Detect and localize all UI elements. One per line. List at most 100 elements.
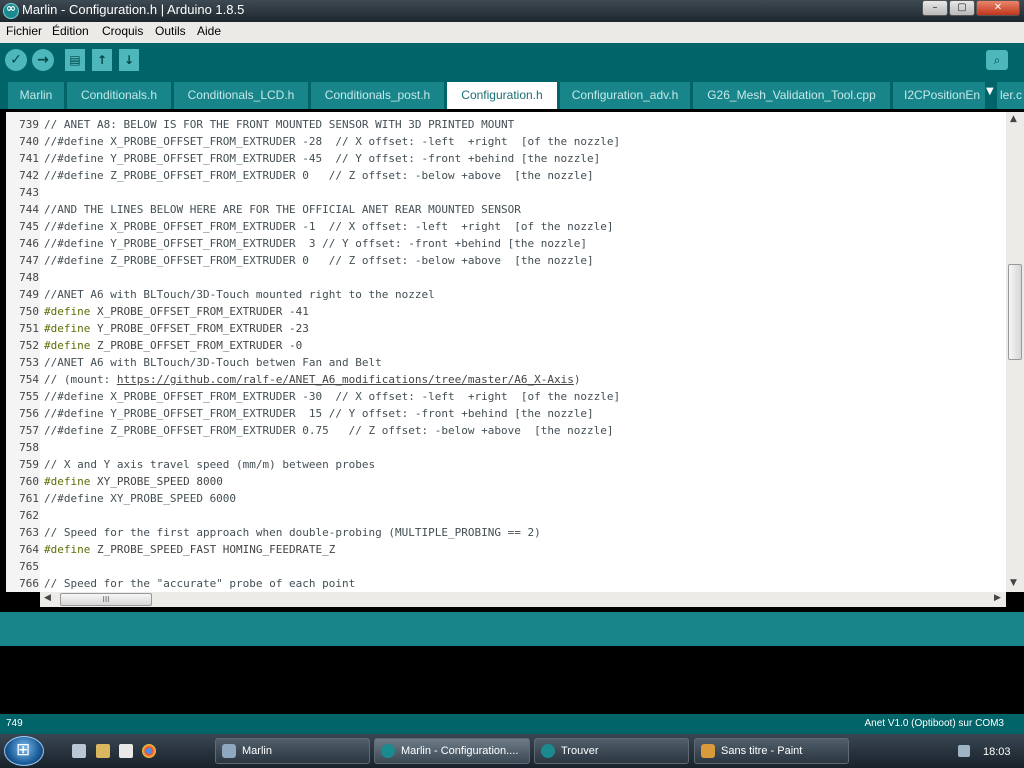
horizontal-scroll-thumb[interactable]: III: [60, 593, 152, 606]
line-number: 760: [19, 475, 39, 488]
line-number: 756: [19, 407, 39, 420]
new-sketch-button[interactable]: ▤: [65, 49, 85, 71]
tab-conditionals-post-h[interactable]: Conditionals_post.h: [311, 82, 444, 109]
scroll-up-icon[interactable]: ▲: [1010, 114, 1017, 124]
clock[interactable]: 18:03: [983, 746, 1011, 758]
scroll-left-icon[interactable]: ◀: [44, 593, 51, 603]
line-number: 759: [19, 458, 39, 471]
code-line[interactable]: 761 //#define XY_PROBE_SPEED 6000: [6, 490, 1006, 507]
code-line[interactable]: 750 #define X_PROBE_OFFSET_FROM_EXTRUDER …: [6, 303, 1006, 320]
tab-menu-arrow-icon[interactable]: ▼: [986, 86, 994, 97]
menu-aide[interactable]: Aide: [197, 24, 221, 38]
save-sketch-button[interactable]: ↓: [119, 49, 139, 71]
footer-bar: 749 Anet V1.0 (Optiboot) sur COM3: [0, 714, 1024, 734]
arduino-icon: [381, 744, 395, 758]
console-output[interactable]: [0, 646, 1024, 714]
horizontal-scrollbar[interactable]: ◀ III ▶: [40, 592, 1006, 607]
line-number: 745: [19, 220, 39, 233]
tab-configuration-adv-h[interactable]: Configuration_adv.h: [560, 82, 690, 109]
code-text: //#define Z_PROBE_OFFSET_FROM_EXTRUDER 0…: [44, 424, 614, 437]
code-line[interactable]: 760 #define XY_PROBE_SPEED 8000: [6, 473, 1006, 490]
code-line[interactable]: 749 //ANET A6 with BLTouch/3D-Touch mount…: [6, 286, 1006, 303]
code-line[interactable]: 765: [6, 558, 1006, 575]
open-sketch-button[interactable]: ↑: [92, 49, 112, 71]
serial-monitor-icon[interactable]: ⌕: [986, 50, 1008, 70]
code-line[interactable]: 753 //ANET A6 with BLTouch/3D-Touch betwe…: [6, 354, 1006, 371]
taskbar-item-arduino-marlin[interactable]: Marlin - Configuration....: [374, 738, 530, 764]
keyword-token: #define: [44, 543, 91, 556]
menu-fichier[interactable]: Fichier: [6, 24, 42, 38]
tab-i2cpositionencoder[interactable]: I2CPositionEn: [893, 82, 985, 109]
tab-conditionals-lcd-h[interactable]: Conditionals_LCD.h: [174, 82, 308, 109]
line-number: 755: [19, 390, 39, 403]
scroll-down-icon[interactable]: ▼: [1010, 578, 1017, 588]
code-line[interactable]: 766 // Speed for the "accurate" probe of …: [6, 575, 1006, 592]
maximize-button[interactable]: ▢: [949, 0, 975, 16]
code-text: X_PROBE_OFFSET_FROM_EXTRUDER -41: [90, 305, 309, 318]
line-number: 751: [19, 322, 39, 335]
code-line[interactable]: 742 //#define Z_PROBE_OFFSET_FROM_EXTRUDE…: [6, 167, 1006, 184]
code-line[interactable]: 739 // ANET A8: BELOW IS FOR THE FRONT MO…: [6, 116, 1006, 133]
taskbar-item-trouver[interactable]: Trouver: [534, 738, 689, 764]
vertical-scrollbar[interactable]: ▲ ▼: [1006, 112, 1024, 592]
close-button[interactable]: ✕: [976, 0, 1020, 16]
code-line[interactable]: 744 //AND THE LINES BELOW HERE ARE FOR TH…: [6, 201, 1006, 218]
line-number: 742: [19, 169, 39, 182]
menu-croquis[interactable]: Croquis: [102, 24, 143, 38]
explorer-icon[interactable]: [96, 744, 110, 758]
code-line[interactable]: 748: [6, 269, 1006, 286]
code-line[interactable]: 752 #define Z_PROBE_OFFSET_FROM_EXTRUDER …: [6, 337, 1006, 354]
line-number: 762: [19, 509, 39, 522]
code-line[interactable]: 746 //#define Y_PROBE_OFFSET_FROM_EXTRUDE…: [6, 235, 1006, 252]
code-text: // Speed for the first approach when dou…: [44, 526, 541, 539]
line-number: 741: [19, 152, 39, 165]
code-line[interactable]: 740 //#define X_PROBE_OFFSET_FROM_EXTRUDE…: [6, 133, 1006, 150]
line-number: 765: [19, 560, 39, 573]
tab-g26-mesh-validation-tool[interactable]: G26_Mesh_Validation_Tool.cpp: [693, 82, 890, 109]
code-line[interactable]: 757 //#define Z_PROBE_OFFSET_FROM_EXTRUDE…: [6, 422, 1006, 439]
code-text: // (mount:: [44, 373, 117, 386]
scroll-right-icon[interactable]: ▶: [994, 593, 1001, 603]
taskbar-item-paint[interactable]: Sans titre - Paint: [694, 738, 849, 764]
line-number: 746: [19, 237, 39, 250]
code-text: //#define Y_PROBE_OFFSET_FROM_EXTRUDER 3…: [44, 237, 588, 250]
network-icon[interactable]: [958, 745, 970, 757]
start-button[interactable]: [4, 736, 44, 766]
code-line[interactable]: 743: [6, 184, 1006, 201]
code-text: XY_PROBE_SPEED 8000: [90, 475, 223, 488]
chrome-icon[interactable]: [142, 744, 156, 758]
line-number: 761: [19, 492, 39, 505]
code-line[interactable]: 759 // X and Y axis travel speed (mm/m) b…: [6, 456, 1006, 473]
code-line[interactable]: 763 // Speed for the first approach when …: [6, 524, 1006, 541]
line-number: 749: [19, 288, 39, 301]
code-line[interactable]: 741 //#define Y_PROBE_OFFSET_FROM_EXTRUDE…: [6, 150, 1006, 167]
code-line[interactable]: 745 //#define X_PROBE_OFFSET_FROM_EXTRUDE…: [6, 218, 1006, 235]
vertical-scroll-thumb[interactable]: [1008, 264, 1022, 360]
keyword-token: #define: [44, 475, 91, 488]
tab-marlin[interactable]: Marlin: [8, 82, 64, 109]
code-line[interactable]: 762: [6, 507, 1006, 524]
tab-overflow[interactable]: ler.c: [997, 82, 1024, 109]
minimize-button[interactable]: –: [922, 0, 948, 16]
menu-outils[interactable]: Outils: [155, 24, 186, 38]
code-line[interactable]: 758: [6, 439, 1006, 456]
code-line[interactable]: 754 // (mount: https://github.com/ralf-e/…: [6, 371, 1006, 388]
verify-button[interactable]: ✓: [5, 49, 27, 71]
show-desktop-icon[interactable]: [72, 744, 86, 758]
code-text: //#define X_PROBE_OFFSET_FROM_EXTRUDER -…: [44, 220, 614, 233]
tab-conditionals-h[interactable]: Conditionals.h: [67, 82, 171, 109]
app-icon[interactable]: [119, 744, 133, 758]
code-line[interactable]: 764 #define Z_PROBE_SPEED_FAST HOMING_FEE…: [6, 541, 1006, 558]
code-line[interactable]: 755 //#define X_PROBE_OFFSET_FROM_EXTRUDE…: [6, 388, 1006, 405]
upload-button[interactable]: →: [32, 49, 54, 71]
code-line[interactable]: 751 #define Y_PROBE_OFFSET_FROM_EXTRUDER …: [6, 320, 1006, 337]
code-link[interactable]: https://github.com/ralf-e/ANET_A6_modifi…: [117, 373, 574, 386]
arduino-icon: [541, 744, 555, 758]
code-line[interactable]: 756 //#define Y_PROBE_OFFSET_FROM_EXTRUDE…: [6, 405, 1006, 422]
taskbar-item-marlin-folder[interactable]: Marlin: [215, 738, 370, 764]
tab-configuration-h[interactable]: Configuration.h: [447, 82, 557, 109]
code-editor[interactable]: 739 // ANET A8: BELOW IS FOR THE FRONT MO…: [6, 112, 1024, 592]
code-line[interactable]: 747 //#define Z_PROBE_OFFSET_FROM_EXTRUDE…: [6, 252, 1006, 269]
menu-edition[interactable]: Édition: [52, 24, 89, 38]
code-text: //#define XY_PROBE_SPEED 6000: [44, 492, 237, 505]
